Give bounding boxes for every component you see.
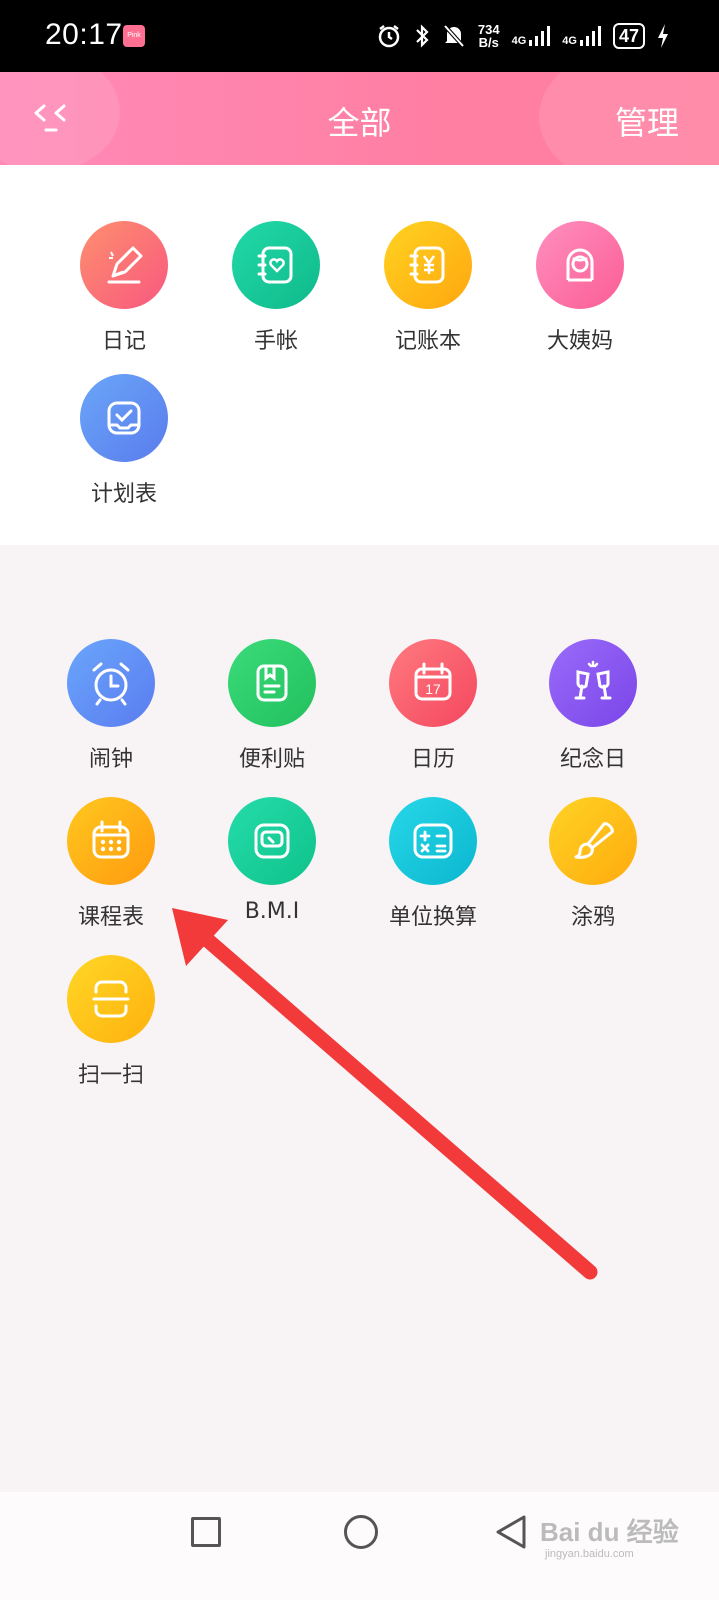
signal-2: 4G [562,25,601,47]
tool-sticky-note[interactable]: 便利贴 [212,639,332,773]
home-button[interactable] [344,1515,378,1549]
manage-button[interactable]: 管理 [615,98,679,144]
sticky-note-icon [228,639,316,727]
charging-icon [658,24,668,48]
watermark-logo: Bai du 经验 [540,1517,679,1547]
tool-label: 课程表 [77,905,144,930]
tool-label: 闹钟 [88,747,133,772]
tool-schedule[interactable]: 课程表 [51,797,171,931]
calendar-badge: 17 [425,681,441,697]
header: 全部 管理 [0,72,719,165]
tool-label: 记账本 [394,329,461,354]
tool-diary[interactable]: 日记 [64,221,184,355]
girl-icon [536,221,624,309]
tool-label: 日记 [101,329,146,354]
schedule-icon [67,797,155,885]
signal-bars-icon [579,26,601,46]
mute-bell-icon [443,24,465,48]
alarm-clock-icon [67,639,155,727]
signal-bars-icon [529,26,551,46]
scale-icon [228,797,316,885]
tool-label: 扫一扫 [77,1063,144,1088]
section-divider [0,535,719,545]
tool-label: 纪念日 [559,747,626,772]
check-tray-icon [80,374,168,462]
tool-period[interactable]: 大姨妈 [520,221,640,355]
system-nav-bar: Bai du 经验 jingyan.baidu.com [0,1492,719,1600]
tool-label: 便利贴 [238,747,305,772]
tool-bmi[interactable]: B.M.I [212,797,332,924]
tool-handbook[interactable]: 手帐 [216,221,336,355]
tool-account-book[interactable]: 记账本 [368,221,488,355]
scan-icon [67,955,155,1043]
tool-alarm[interactable]: 闹钟 [51,639,171,773]
tool-label: 手帐 [253,329,298,354]
tool-scan[interactable]: 扫一扫 [51,955,171,1089]
network-speed: 734 B/s [477,22,500,50]
nav-back-button[interactable] [494,1514,528,1550]
app-notification-icon: Pink [123,25,145,47]
tool-label: 大姨妈 [546,329,613,354]
pencil-icon [80,221,168,309]
calendar-icon: 17 [389,639,477,727]
recent-apps-button[interactable] [191,1517,221,1547]
tool-label: 单位换算 [388,905,477,930]
tool-doodle[interactable]: 涂鸦 [533,797,653,931]
page-title: 全部 [327,104,392,142]
brush-icon [549,797,637,885]
status-icons: 734 B/s 4G 4G 47 [376,18,669,54]
calculator-icon [389,797,477,885]
champagne-icon [549,639,637,727]
tool-unit-conversion[interactable]: 单位换算 [373,797,493,931]
status-bar: 20:17 Pink 734 B/s 4G 4G 47 [0,0,719,72]
tool-label: 日历 [410,747,455,772]
signal-1: 4G [512,25,551,47]
yen-book-icon [384,221,472,309]
tool-label: B.M.I [244,899,300,924]
status-time: 20:17 [45,18,123,51]
alarm-icon [378,25,400,48]
tool-anniversary[interactable]: 纪念日 [533,639,653,773]
tool-label: 计划表 [90,482,157,507]
watermark-url: jingyan.baidu.com [545,1548,634,1560]
tool-planner[interactable]: 计划表 [64,374,184,508]
heart-notebook-icon [232,221,320,309]
tool-label: 涂鸦 [570,905,615,930]
battery-indicator: 47 [612,23,645,49]
bluetooth-icon [416,24,429,48]
tool-calendar[interactable]: 17 日历 [373,639,493,773]
